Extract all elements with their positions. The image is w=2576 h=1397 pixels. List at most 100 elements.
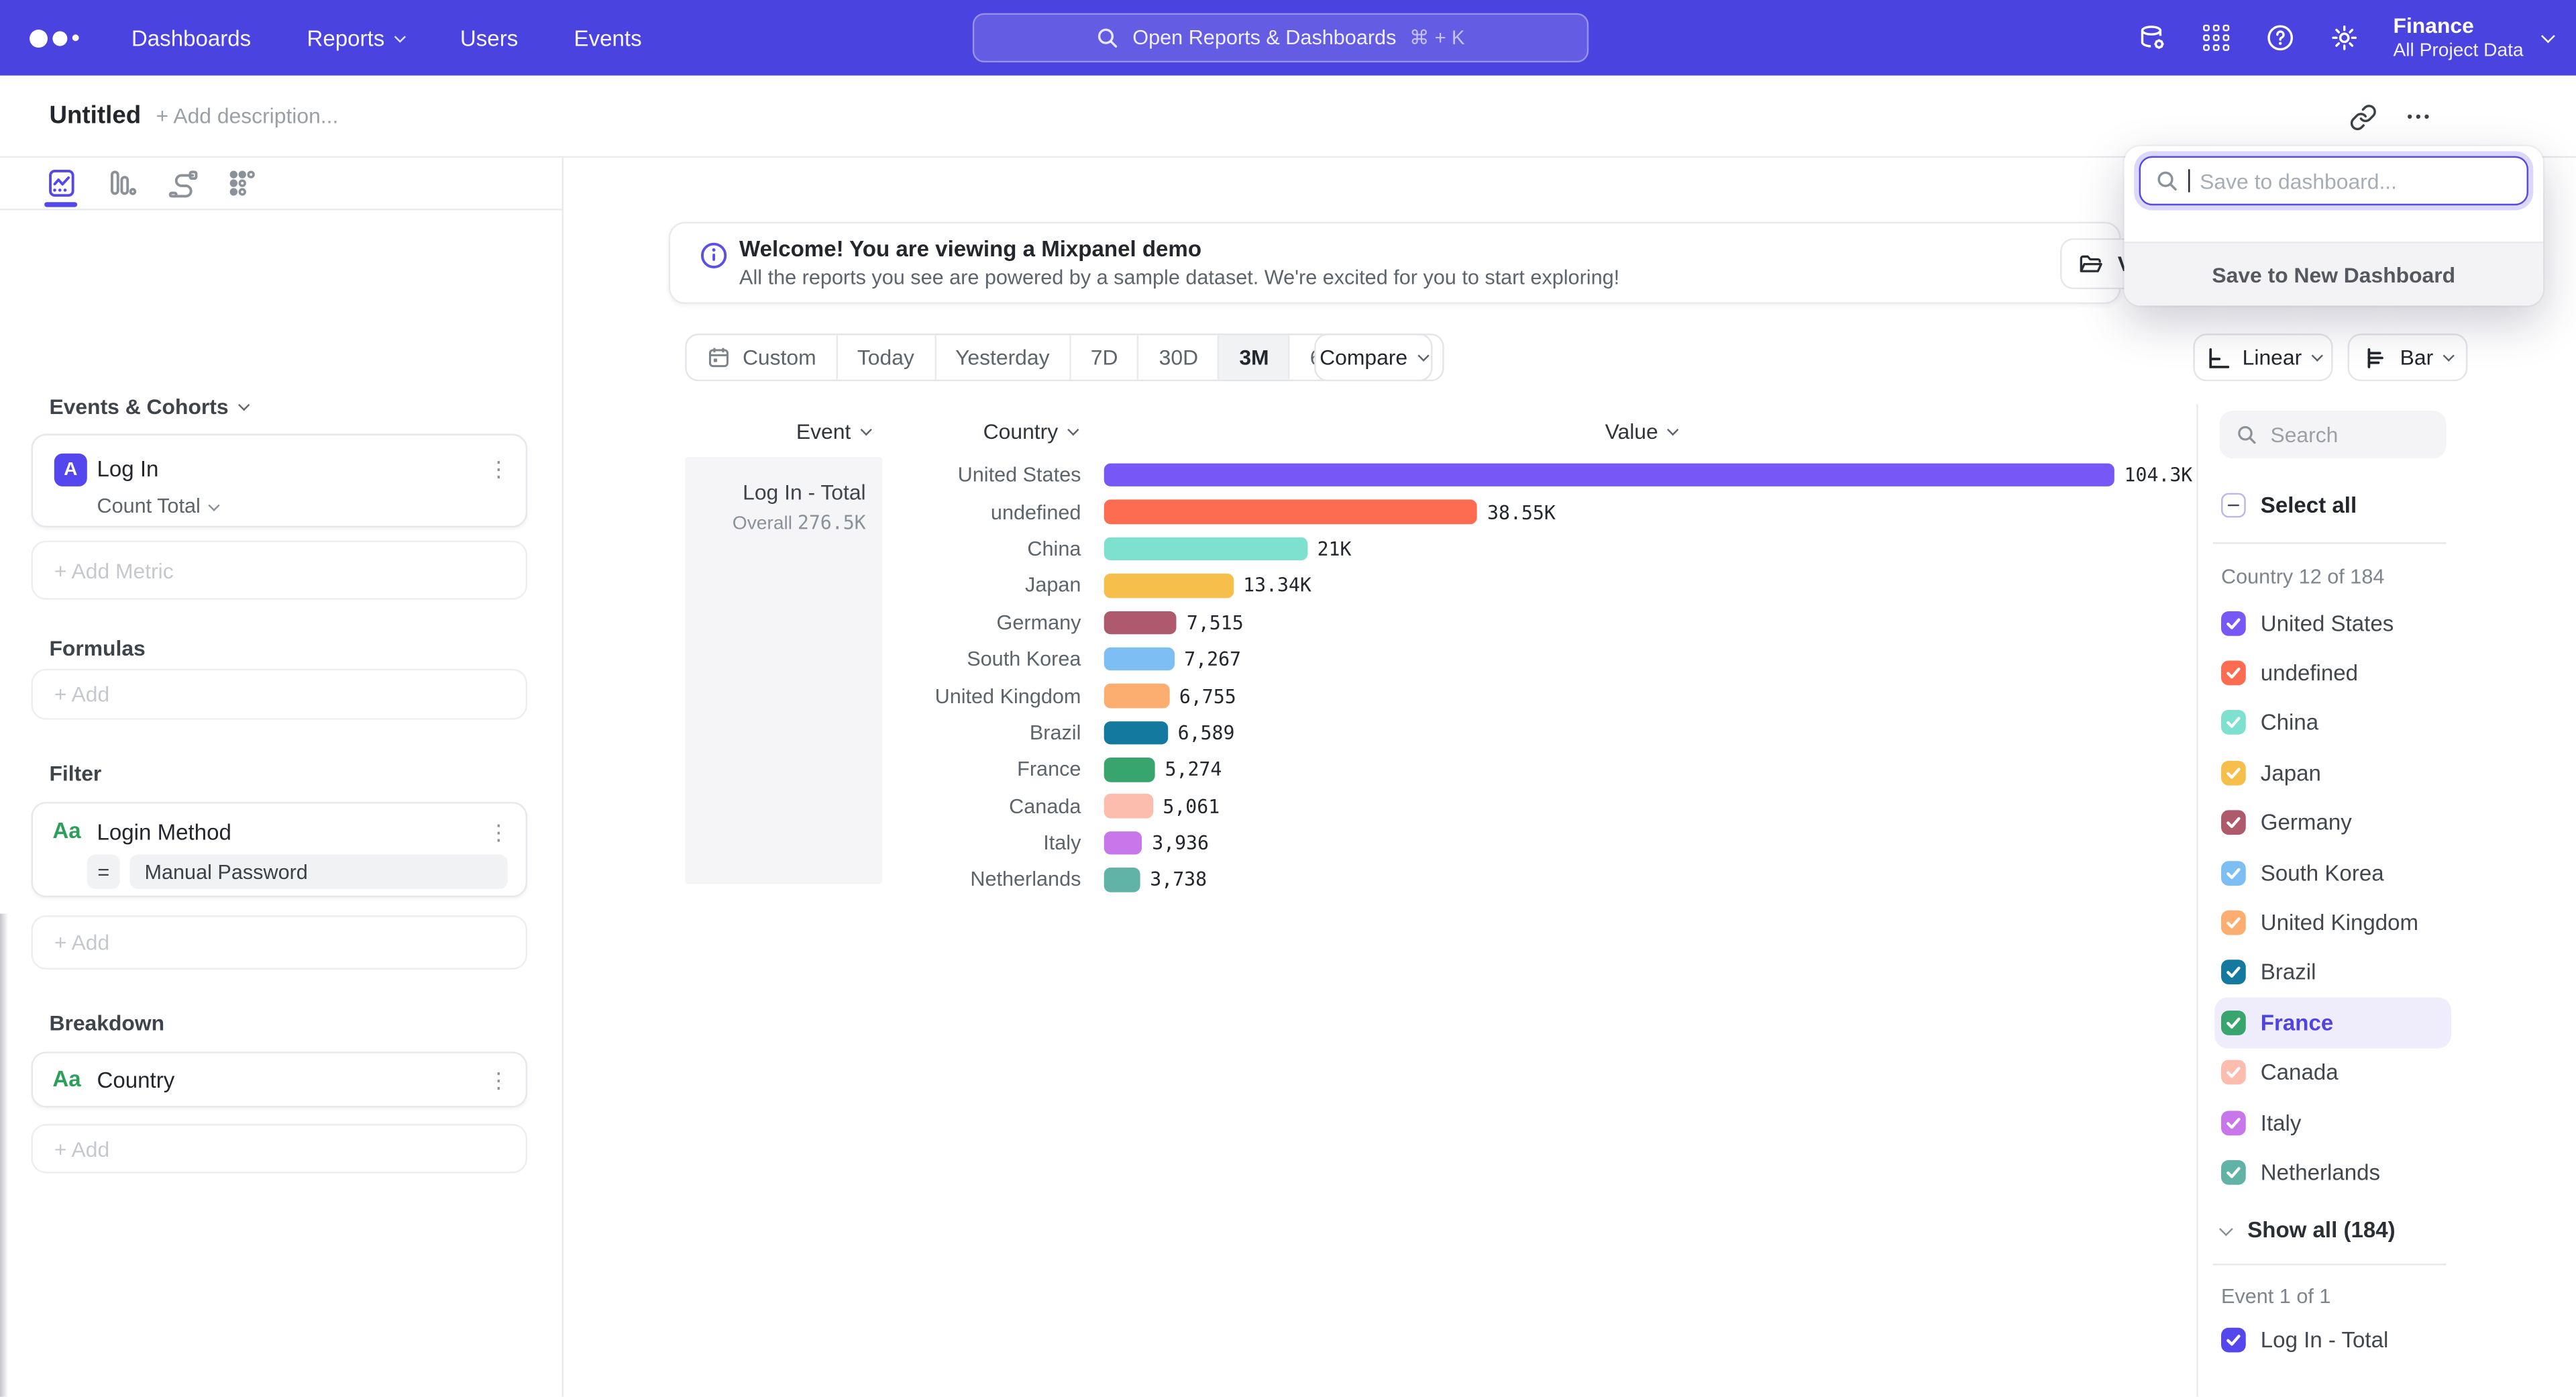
legend-row-france[interactable]: France (2214, 998, 2451, 1047)
settings-gear-icon[interactable] (2329, 23, 2359, 52)
tab-flows-icon[interactable] (162, 164, 202, 201)
filter-card[interactable]: Aa Login Method ⋮ = Manual Password (32, 802, 528, 897)
save-dashboard-search-input[interactable]: Save to dashboard... (2139, 156, 2528, 205)
filter-property-name[interactable]: Login Method (97, 820, 231, 845)
checkbox-checked[interactable] (2221, 860, 2246, 885)
bar[interactable] (1104, 537, 1307, 561)
nav-item-events[interactable]: Events (574, 25, 642, 50)
add-formula-button[interactable]: + Add (32, 669, 528, 720)
project-switcher[interactable]: Finance All Project Data (2394, 13, 2553, 63)
add-breakdown-button[interactable]: + Add (32, 1124, 528, 1173)
legend-row-china[interactable]: China (2214, 698, 2451, 747)
chart-row-japan[interactable]: Japan13.34K (882, 567, 2196, 604)
bar[interactable] (1104, 611, 1177, 635)
country-column-header[interactable]: Country (932, 419, 1129, 444)
legend-row-germany[interactable]: Germany (2214, 798, 2451, 847)
mixpanel-logo-icon[interactable] (30, 29, 85, 47)
metric-card[interactable]: A Log In ⋮ Count Total (32, 434, 528, 528)
chart-row-france[interactable]: France5,274 (882, 751, 2196, 788)
apps-grid-icon[interactable] (2201, 23, 2231, 52)
events-cohorts-label[interactable]: Events & Cohorts (49, 395, 248, 419)
show-all-button[interactable]: Show all (184) (2221, 1218, 2396, 1243)
chart-row-netherlands[interactable]: Netherlands3,738 (882, 862, 2196, 898)
bar[interactable] (1104, 500, 1478, 524)
tab-funnels-icon[interactable] (102, 164, 142, 201)
range-7d[interactable]: 7D (1069, 335, 1138, 380)
checkbox-checked[interactable] (2221, 1160, 2246, 1185)
range-30d[interactable]: 30D (1138, 335, 1218, 380)
select-all-checkbox-indeterminate[interactable] (2221, 493, 2246, 518)
kebab-menu-icon[interactable]: ⋮ (488, 820, 509, 846)
event-series-cell[interactable]: Log In - Total Overall 276.5K (685, 457, 882, 884)
range-yesterday[interactable]: Yesterday (934, 335, 1069, 380)
range-3m[interactable]: 3M (1218, 335, 1288, 380)
checkbox-checked[interactable] (2221, 1328, 2246, 1353)
checkbox-checked[interactable] (2221, 911, 2246, 935)
legend-search-input[interactable]: Search (2220, 411, 2447, 458)
nav-item-users[interactable]: Users (460, 25, 518, 50)
breakdown-property-name[interactable]: Country (97, 1068, 174, 1093)
bar[interactable] (1104, 463, 2114, 487)
chart-row-china[interactable]: China21K (882, 530, 2196, 567)
save-to-new-dashboard-button[interactable]: Save to New Dashboard (2125, 242, 2543, 306)
range-custom[interactable]: Custom (687, 335, 836, 380)
tab-retention-icon[interactable] (222, 164, 262, 201)
report-title[interactable]: Untitled (49, 102, 141, 130)
legend-row-netherlands[interactable]: Netherlands (2214, 1147, 2451, 1197)
compare-button[interactable]: Compare (1314, 333, 1432, 381)
filter-operator[interactable]: = (87, 854, 120, 888)
legend-row-south-korea[interactable]: South Korea (2214, 848, 2451, 898)
help-icon[interactable] (2265, 23, 2294, 52)
checkbox-checked[interactable] (2221, 711, 2246, 735)
legend-row-undefined[interactable]: undefined (2214, 648, 2451, 698)
range-today[interactable]: Today (836, 335, 934, 380)
chart-row-italy[interactable]: Italy3,936 (882, 825, 2196, 862)
metric-event-name[interactable]: Log In (97, 457, 158, 482)
legend-row-united-states[interactable]: United States (2214, 598, 2451, 648)
filter-value[interactable]: Manual Password (129, 854, 507, 888)
legend-row-italy[interactable]: Italy (2214, 1098, 2451, 1147)
add-metric-button[interactable]: + Add Metric (32, 541, 528, 600)
checkbox-checked[interactable] (2221, 811, 2246, 835)
add-filter-button[interactable]: + Add (32, 915, 528, 970)
chart-row-canada[interactable]: Canada5,061 (882, 788, 2196, 825)
chart-row-brazil[interactable]: Brazil6,589 (882, 715, 2196, 752)
chart-row-germany[interactable]: Germany7,515 (882, 604, 2196, 641)
legend-row-brazil[interactable]: Brazil (2214, 947, 2451, 997)
data-management-icon[interactable] (2137, 23, 2166, 52)
chart-type-selector-bar[interactable]: Bar (2348, 333, 2468, 381)
bar[interactable] (1104, 831, 1142, 856)
metric-aggregation[interactable]: Count Total (97, 495, 217, 517)
checkbox-checked[interactable] (2221, 661, 2246, 686)
event-legend-row[interactable]: Log In - Total (2221, 1328, 2388, 1353)
checkbox-checked[interactable] (2221, 1110, 2246, 1135)
kebab-menu-icon[interactable]: ⋮ (488, 1068, 509, 1094)
nav-item-reports[interactable]: Reports (307, 25, 404, 50)
select-all-row[interactable]: Select all (2221, 493, 2357, 518)
chart-row-south-korea[interactable]: South Korea7,267 (882, 641, 2196, 678)
breakdown-card[interactable]: Aa Country ⋮ (32, 1051, 528, 1107)
copy-link-icon[interactable] (2343, 97, 2382, 136)
bar[interactable] (1104, 758, 1155, 782)
kebab-menu-icon[interactable]: ⋮ (488, 457, 509, 483)
legend-row-japan[interactable]: Japan (2214, 748, 2451, 798)
checkbox-checked[interactable] (2221, 1011, 2246, 1035)
checkbox-checked[interactable] (2221, 1060, 2246, 1085)
chart-row-united-states[interactable]: United States104.3K (882, 457, 2196, 494)
chart-row-undefined[interactable]: undefined38.55K (882, 494, 2196, 531)
bar[interactable] (1104, 868, 1140, 892)
bar[interactable] (1104, 684, 1169, 708)
report-description-placeholder[interactable]: + Add description... (156, 103, 339, 128)
legend-row-canada[interactable]: Canada (2214, 1047, 2451, 1097)
event-column-header[interactable]: Event (735, 419, 932, 444)
legend-row-united-kingdom[interactable]: United Kingdom (2214, 898, 2451, 947)
bar[interactable] (1104, 721, 1168, 745)
checkbox-checked[interactable] (2221, 960, 2246, 985)
more-actions-icon[interactable]: ••• (2400, 97, 2440, 136)
bar[interactable] (1104, 648, 1175, 672)
global-search[interactable]: Open Reports & Dashboards ⌘ + K (973, 13, 1589, 62)
nav-item-dashboards[interactable]: Dashboards (131, 25, 251, 50)
bar[interactable] (1104, 794, 1153, 819)
scale-selector-linear[interactable]: Linear (2193, 333, 2332, 381)
chart-row-united-kingdom[interactable]: United Kingdom6,755 (882, 678, 2196, 715)
